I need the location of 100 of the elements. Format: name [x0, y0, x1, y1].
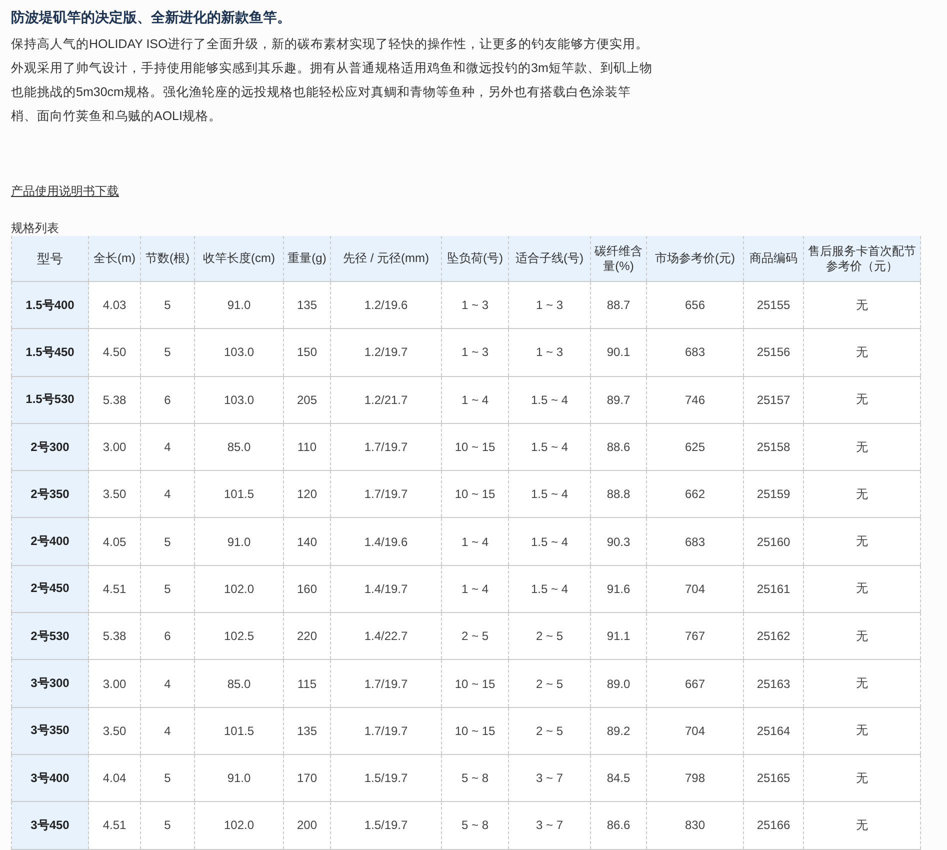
table-cell: 10 ~ 15 — [442, 470, 508, 518]
table-cell: 10 ~ 15 — [442, 707, 508, 754]
table-cell: 4 — [140, 707, 194, 754]
table-cell: 25155 — [744, 282, 804, 329]
table-cell: 1.5/19.7 — [330, 802, 442, 850]
table-cell: 103.0 — [194, 328, 284, 376]
table-cell: 1 ~ 3 — [508, 282, 590, 329]
model-cell: 1.5号530 — [12, 376, 88, 424]
model-cell: 2号450 — [12, 565, 88, 613]
table-cell: 1.4/22.7 — [330, 612, 442, 660]
table-cell: 无 — [804, 660, 920, 708]
model-cell: 3号300 — [12, 660, 88, 708]
table-cell: 91.0 — [194, 518, 284, 566]
table-cell: 101.5 — [194, 707, 284, 754]
table-cell: 3 ~ 7 — [508, 754, 590, 802]
table-cell: 25160 — [744, 518, 804, 566]
column-header: 售后服务卡首次配节参考价（元） — [804, 236, 920, 282]
table-cell: 135 — [284, 282, 330, 329]
model-cell: 1.5号400 — [12, 282, 88, 329]
table-cell: 4 — [140, 660, 194, 708]
table-cell: 5 ~ 8 — [442, 754, 508, 802]
table-cell: 830 — [646, 802, 744, 850]
table-cell: 25157 — [744, 376, 804, 424]
table-cell: 5 — [140, 518, 194, 566]
table-cell: 2 ~ 5 — [442, 612, 508, 660]
table-cell: 91.1 — [590, 612, 646, 660]
table-cell: 5 — [140, 565, 194, 613]
table-cell: 88.6 — [590, 423, 646, 471]
table-cell: 1.5/19.7 — [330, 754, 442, 802]
table-cell: 90.1 — [590, 328, 646, 376]
table-cell: 205 — [284, 376, 330, 424]
table-cell: 1 ~ 3 — [442, 328, 508, 376]
table-cell: 5 — [140, 328, 194, 376]
table-cell: 135 — [284, 707, 330, 754]
column-header: 碳纤维含量(%) — [590, 236, 646, 282]
table-cell: 无 — [804, 376, 920, 424]
section-title: 防波堤矶竿的决定版、全新进化的新款鱼竿。 — [11, 8, 292, 27]
table-cell: 91.0 — [194, 754, 284, 802]
table-cell: 无 — [804, 518, 920, 566]
table-cell: 1.5 ~ 4 — [508, 518, 590, 566]
table-cell: 1.5 ~ 4 — [508, 376, 590, 424]
column-header: 节数(根) — [140, 236, 194, 282]
table-cell: 1.5 ~ 4 — [508, 470, 590, 518]
manual-download-link[interactable]: 产品使用说明书下载 — [11, 183, 119, 199]
model-cell: 1.5号450 — [12, 328, 88, 376]
table-caption: 规格列表 — [11, 220, 60, 236]
table-cell: 无 — [804, 612, 920, 660]
table-cell: 无 — [804, 802, 920, 850]
table-cell: 1.2/19.7 — [330, 328, 442, 376]
table-cell: 103.0 — [194, 376, 284, 424]
table-cell: 3 ~ 7 — [508, 802, 590, 850]
table-cell: 89.0 — [590, 660, 646, 708]
table-cell: 25163 — [744, 660, 804, 708]
table-cell: 5 ~ 8 — [442, 802, 508, 850]
table-cell: 2 ~ 5 — [508, 612, 590, 660]
table-cell: 25161 — [744, 565, 804, 613]
table-cell: 3.50 — [88, 707, 140, 754]
table-cell: 91.0 — [194, 282, 284, 329]
table-cell: 无 — [804, 282, 920, 329]
model-cell: 3号400 — [12, 754, 88, 802]
model-cell: 2号530 — [12, 612, 88, 660]
table-cell: 170 — [284, 754, 330, 802]
table-cell: 1 ~ 3 — [508, 328, 590, 376]
table-cell: 91.6 — [590, 565, 646, 613]
column-header: 坠负荷(号) — [442, 236, 508, 282]
table-cell: 25165 — [744, 754, 804, 802]
table-cell: 5 — [140, 802, 194, 850]
table-cell: 102.0 — [194, 565, 284, 613]
table-cell: 5 — [140, 754, 194, 802]
table-cell: 25156 — [744, 328, 804, 376]
table-cell: 5.38 — [88, 612, 140, 660]
table-cell: 无 — [804, 754, 920, 802]
table-cell: 无 — [804, 328, 920, 376]
table-cell: 1.7/19.7 — [330, 707, 442, 754]
model-cell: 3号450 — [12, 802, 88, 850]
table-cell: 2 ~ 5 — [508, 660, 590, 708]
model-cell: 2号400 — [12, 518, 88, 566]
table-cell: 4.03 — [88, 282, 140, 329]
table-cell: 4 — [140, 470, 194, 518]
table-cell: 无 — [804, 565, 920, 613]
model-cell: 3号350 — [12, 707, 88, 754]
table-cell: 4.51 — [88, 565, 140, 613]
table-cell: 10 ~ 15 — [442, 423, 508, 471]
table-cell: 1.7/19.7 — [330, 470, 442, 518]
table-cell: 4.50 — [88, 328, 140, 376]
description-paragraph: 保持高人气的HOLIDAY ISO进行了全面升级，新的碳布素材实现了轻快的操作性，让更多的钓友能够方便实用。外观采用了帅气设计，手持使用能够实感到其乐趣。拥有从普通规格适用鸡鱼和微远投钓的3m短竿款、到矶上物也能挑战的5m30cm规格。强化渔轮座的远投规格也能轻松应对真鲷和青物等鱼种，另外也有搭载白色涂装竿梢、面向竹荚鱼和乌贼的AOLI规格。 — [11, 36, 654, 125]
table-cell: 683 — [646, 518, 744, 566]
table-cell: 3.00 — [88, 423, 140, 471]
table-cell: 85.0 — [194, 423, 284, 471]
table-cell: 120 — [284, 470, 330, 518]
table-cell: 25159 — [744, 470, 804, 518]
table-cell: 102.0 — [194, 802, 284, 850]
table-cell: 1.5 ~ 4 — [508, 423, 590, 471]
column-header: 市场参考价(元) — [646, 236, 744, 282]
table-cell: 无 — [804, 470, 920, 518]
column-header: 先径 / 元径(mm) — [330, 236, 442, 282]
table-cell: 85.0 — [194, 660, 284, 708]
table-cell: 140 — [284, 518, 330, 566]
table-cell: 84.5 — [590, 754, 646, 802]
model-cell: 2号350 — [12, 470, 88, 518]
